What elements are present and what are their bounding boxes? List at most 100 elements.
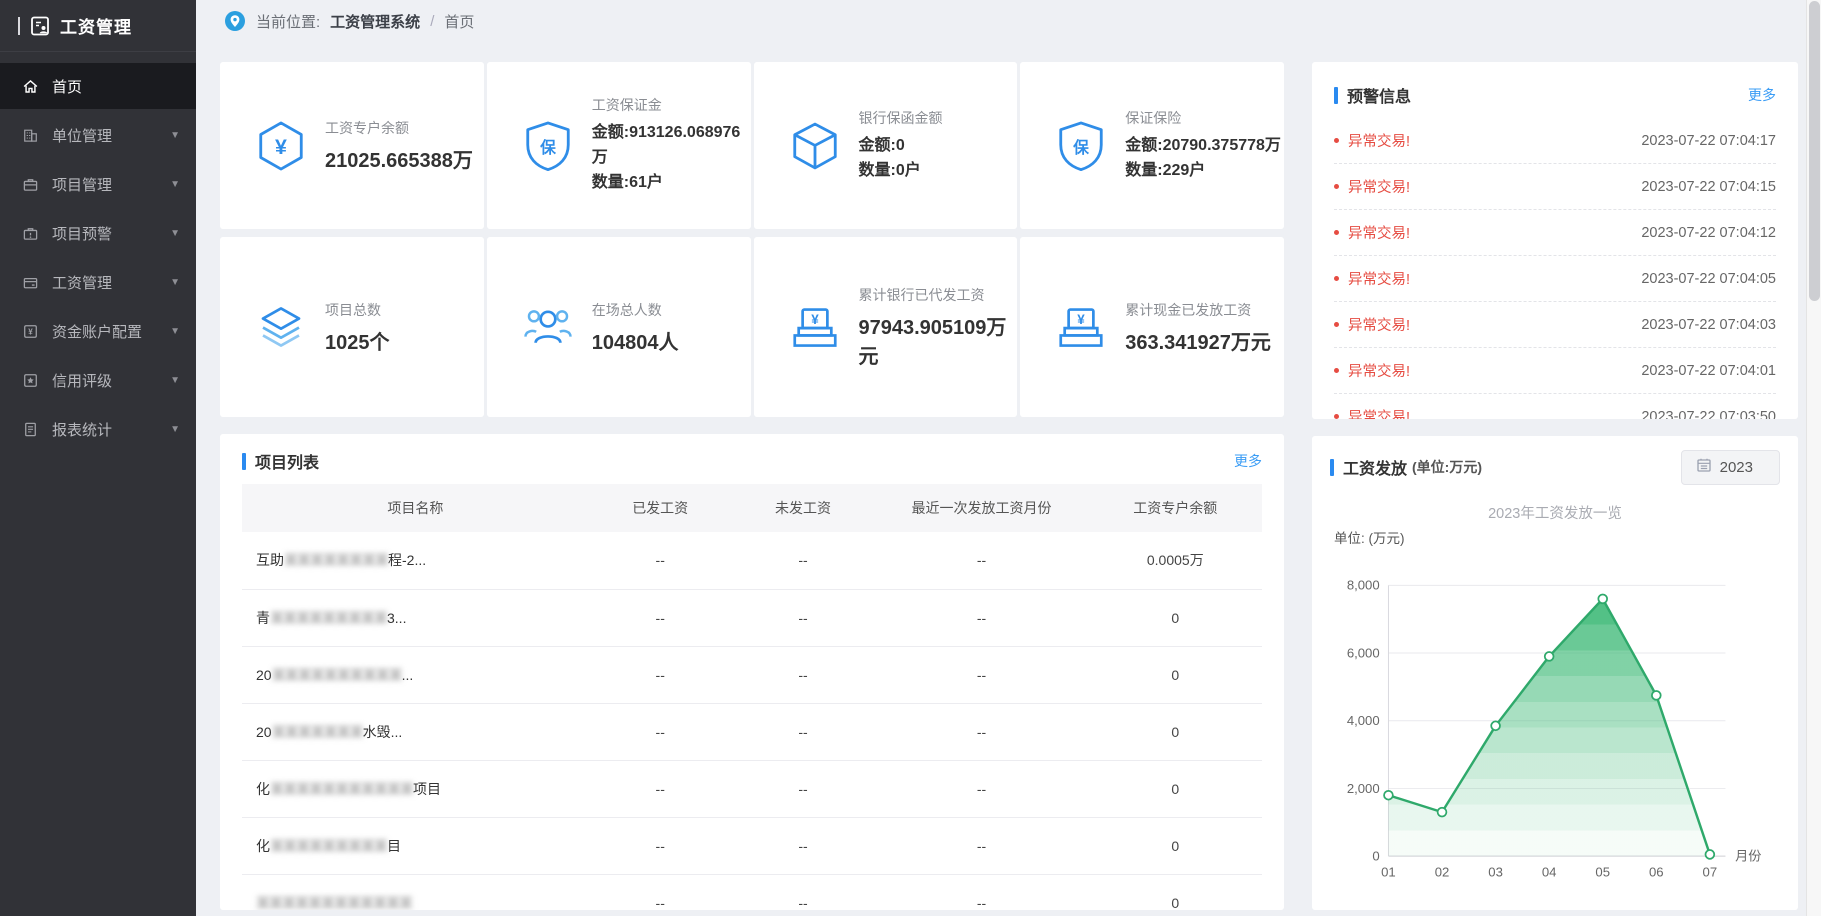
alert-timestamp: 2023-07-22 07:03:50 [1641,409,1776,420]
paid-wages-cell: -- [589,703,732,760]
project-name-prefix: 20 [256,724,272,740]
project-name-suffix: 水毁... [363,724,403,740]
table-row[interactable]: 互助某某某某某某某某程-2...------0.0005万 [242,532,1262,589]
building-icon [22,127,39,144]
sidebar-item-credit-rating[interactable]: 信用评级▼ [0,357,196,403]
project-name-cell: 互助某某某某某某某某程-2... [242,532,589,589]
table-row[interactable]: 化某某某某某某某某某目------0 [242,817,1262,874]
account-balance-cell: 0 [1089,589,1262,646]
salary-chart-panel: 工资发放 (单位:万元) 2023 2023年工资发放一览 单位: (万元) 0… [1312,436,1798,910]
sidebar-item-project-warning[interactable]: 项目预警▼ [0,210,196,256]
alert-item[interactable]: 异常交易!2023-07-22 07:03:50 [1334,394,1776,419]
project-name-suffix: 目 [387,838,401,854]
stat-card-label: 银行保函金额 [859,108,943,128]
project-name-cell: 20某某某某某某某某某某... [242,646,589,703]
stat-card: 银行保函金额金额:0数量:0户 [754,62,1018,229]
column-header: 工资专户余额 [1089,484,1262,532]
project-name-redacted: 某某某某某某某某某 [270,610,387,626]
alert-timestamp: 2023-07-22 07:04:03 [1641,317,1776,333]
project-name-prefix: 互助 [256,552,284,568]
year-select[interactable]: 2023 [1681,450,1780,485]
table-row[interactable]: 20某某某某某某某水毁...------0 [242,703,1262,760]
alerts-title: 预警信息 [1347,83,1411,107]
briefcase-icon [22,176,39,193]
alert-timestamp: 2023-07-22 07:04:15 [1641,179,1776,195]
table-row[interactable]: 20某某某某某某某某某某...------0 [242,646,1262,703]
account-balance-cell: 0 [1089,874,1262,910]
alert-text: 异常交易! [1348,176,1410,197]
alert-item[interactable]: 异常交易! 2023-07-22 07:04:15 [1334,164,1776,210]
sidebar-item-unit-management[interactable]: 单位管理▼ [0,112,196,158]
alert-item[interactable]: 异常交易!2023-07-22 07:04:01 [1334,348,1776,394]
alerts-panel: 预警信息 更多 异常交易!2023-07-22 07:04:17异常交易!202… [1312,62,1798,419]
chevron-down-icon: ▼ [170,326,180,337]
alerts-more-link[interactable]: 更多 [1748,85,1776,105]
table-row[interactable]: 化某某某某某某某某某某某项目------0 [242,760,1262,817]
sidebar-item-label: 工资管理 [52,272,112,293]
project-name-redacted: 某某某某某某某某某某 [272,667,402,683]
sidebar-item-project-management[interactable]: 项目管理▼ [0,161,196,207]
breadcrumb-root[interactable]: 工资管理系统 [330,11,420,32]
calendar-icon [1696,457,1712,477]
last-pay-month-cell: -- [874,817,1088,874]
home-icon [22,78,39,95]
chevron-down-icon: ▼ [170,228,180,239]
payroll-logo-icon [29,15,51,37]
stat-card-value: 1025个 [325,326,390,355]
paid-wages-cell: -- [589,874,732,910]
scrollbar-thumb[interactable] [1809,1,1820,301]
table-row[interactable]: 某某某某某某某某某某某某------0 [242,874,1262,910]
svg-text:06: 06 [1649,865,1664,880]
project-name-redacted: 某某某某某某某某某 [270,838,387,854]
sidebar-item-salary-management[interactable]: 工资管理▼ [0,259,196,305]
unpaid-wages-cell: -- [732,589,875,646]
fund-account-icon: ¥ [22,323,39,340]
unpaid-wages-cell: -- [732,703,875,760]
stat-card-value: 21025.665388万 [325,144,473,173]
yen-hexagon-icon: ¥ [254,119,308,173]
paid-wages-cell: -- [589,760,732,817]
table-row[interactable]: 青某某某某某某某某某3...------0 [242,589,1262,646]
sidebar-item-fund-account-config[interactable]: ¥资金账户配置▼ [0,308,196,354]
project-name-redacted: 某某某某某某某 [272,724,363,740]
panel-accent-bar [242,453,246,470]
sidebar-item-label: 报表统计 [52,419,112,440]
project-list-title: 项目列表 [255,449,319,473]
sidebar-item-home[interactable]: 首页 [0,63,196,109]
last-pay-month-cell: -- [874,760,1088,817]
project-name-prefix: 化 [256,781,270,797]
column-header: 已发工资 [589,484,732,532]
paid-wages-cell: -- [589,589,732,646]
alert-text: 异常交易! [1348,268,1410,289]
alert-item[interactable]: 异常交易!2023-07-22 07:04:12 [1334,210,1776,256]
stat-card-count: 数量:0户 [859,159,943,184]
sidebar: 工资管理 首页单位管理▼项目管理▼项目预警▼工资管理▼¥资金账户配置▼信用评级▼… [0,0,196,916]
chart-title: 2023年工资发放一览 [1330,502,1780,523]
project-name-cell: 20某某某某某某某水毁... [242,703,589,760]
alert-text: 异常交易! [1348,222,1410,243]
stat-card: 保工资保证金金额:913126.068976万数量:61户 [487,62,751,229]
unpaid-wages-cell: -- [732,646,875,703]
alert-dot-icon [1334,184,1339,189]
page-scrollbar[interactable] [1806,0,1821,916]
chevron-down-icon: ▼ [170,375,180,386]
stat-card-value: 97943.905109万元 [859,311,1018,369]
stat-card-label: 工资专户余额 [325,118,473,138]
stat-card-count: 数量:61户 [592,171,751,196]
alert-item[interactable]: 异常交易!2023-07-22 07:04:17 [1334,118,1776,164]
svg-text:¥: ¥ [28,327,33,336]
sidebar-item-report-statistics[interactable]: 报表统计▼ [0,406,196,452]
alert-item[interactable]: 异常交易!2023-07-22 07:04:03 [1334,302,1776,348]
people-icon [521,300,575,354]
alert-dot-icon [1334,414,1339,419]
alert-item[interactable]: 异常交易!2023-07-22 07:04:05 [1334,256,1776,302]
project-list-more-link[interactable]: 更多 [1234,451,1262,471]
stat-card: ¥累计现金已发放工资363.341927万元 [1020,237,1284,417]
sidebar-item-label: 项目管理 [52,174,112,195]
last-pay-month-cell: -- [874,589,1088,646]
unpaid-wages-cell: -- [732,817,875,874]
breadcrumb: 当前位置: 工资管理系统 / 首页 [196,0,1806,42]
stat-card-amount: 金额:20790.375778万 [1125,134,1281,159]
project-table-header: 项目名称已发工资未发工资最近一次发放工资月份工资专户余额 [242,484,1262,532]
chart-y-unit-label: 单位: (万元) [1334,527,1780,547]
